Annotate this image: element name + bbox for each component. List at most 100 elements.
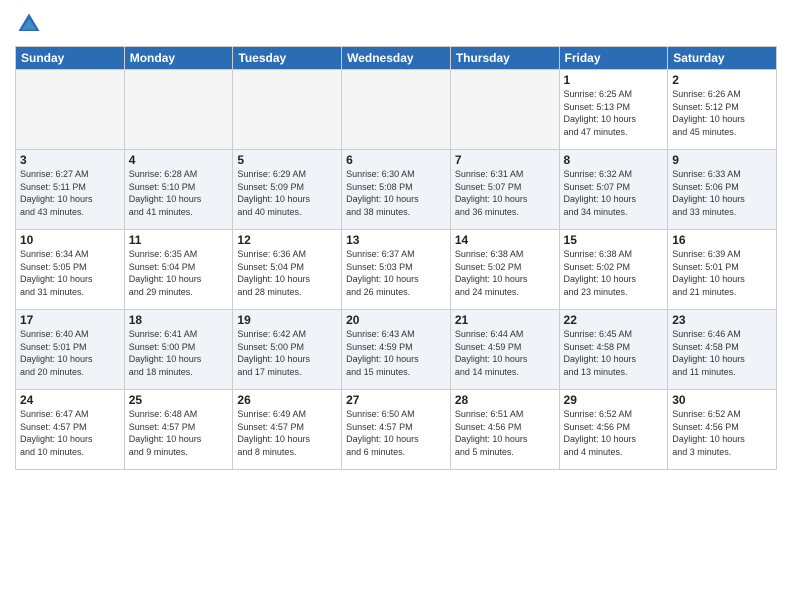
calendar-cell: 13Sunrise: 6:37 AM Sunset: 5:03 PM Dayli… [342, 230, 451, 310]
day-number: 6 [346, 153, 446, 167]
calendar-week-4: 17Sunrise: 6:40 AM Sunset: 5:01 PM Dayli… [16, 310, 777, 390]
day-number: 24 [20, 393, 120, 407]
day-info: Sunrise: 6:27 AM Sunset: 5:11 PM Dayligh… [20, 168, 120, 218]
logo-icon [15, 10, 43, 38]
day-number: 3 [20, 153, 120, 167]
calendar-cell: 23Sunrise: 6:46 AM Sunset: 4:58 PM Dayli… [668, 310, 777, 390]
day-info: Sunrise: 6:30 AM Sunset: 5:08 PM Dayligh… [346, 168, 446, 218]
calendar-week-1: 1Sunrise: 6:25 AM Sunset: 5:13 PM Daylig… [16, 70, 777, 150]
calendar-cell: 26Sunrise: 6:49 AM Sunset: 4:57 PM Dayli… [233, 390, 342, 470]
calendar-cell: 4Sunrise: 6:28 AM Sunset: 5:10 PM Daylig… [124, 150, 233, 230]
day-info: Sunrise: 6:36 AM Sunset: 5:04 PM Dayligh… [237, 248, 337, 298]
calendar-cell: 11Sunrise: 6:35 AM Sunset: 5:04 PM Dayli… [124, 230, 233, 310]
day-info: Sunrise: 6:38 AM Sunset: 5:02 PM Dayligh… [455, 248, 555, 298]
day-info: Sunrise: 6:48 AM Sunset: 4:57 PM Dayligh… [129, 408, 229, 458]
day-number: 23 [672, 313, 772, 327]
day-info: Sunrise: 6:44 AM Sunset: 4:59 PM Dayligh… [455, 328, 555, 378]
day-number: 19 [237, 313, 337, 327]
day-info: Sunrise: 6:47 AM Sunset: 4:57 PM Dayligh… [20, 408, 120, 458]
day-number: 2 [672, 73, 772, 87]
day-number: 4 [129, 153, 229, 167]
day-number: 28 [455, 393, 555, 407]
calendar-cell: 14Sunrise: 6:38 AM Sunset: 5:02 PM Dayli… [450, 230, 559, 310]
day-number: 14 [455, 233, 555, 247]
calendar-cell: 19Sunrise: 6:42 AM Sunset: 5:00 PM Dayli… [233, 310, 342, 390]
calendar-week-5: 24Sunrise: 6:47 AM Sunset: 4:57 PM Dayli… [16, 390, 777, 470]
weekday-header-thursday: Thursday [450, 47, 559, 70]
day-info: Sunrise: 6:39 AM Sunset: 5:01 PM Dayligh… [672, 248, 772, 298]
day-info: Sunrise: 6:37 AM Sunset: 5:03 PM Dayligh… [346, 248, 446, 298]
weekday-header-tuesday: Tuesday [233, 47, 342, 70]
day-number: 15 [564, 233, 664, 247]
weekday-header-saturday: Saturday [668, 47, 777, 70]
calendar-cell: 25Sunrise: 6:48 AM Sunset: 4:57 PM Dayli… [124, 390, 233, 470]
day-number: 9 [672, 153, 772, 167]
calendar-cell: 28Sunrise: 6:51 AM Sunset: 4:56 PM Dayli… [450, 390, 559, 470]
calendar-cell: 17Sunrise: 6:40 AM Sunset: 5:01 PM Dayli… [16, 310, 125, 390]
day-info: Sunrise: 6:33 AM Sunset: 5:06 PM Dayligh… [672, 168, 772, 218]
calendar-cell [342, 70, 451, 150]
day-info: Sunrise: 6:49 AM Sunset: 4:57 PM Dayligh… [237, 408, 337, 458]
weekday-header-sunday: Sunday [16, 47, 125, 70]
day-info: Sunrise: 6:26 AM Sunset: 5:12 PM Dayligh… [672, 88, 772, 138]
calendar-table: SundayMondayTuesdayWednesdayThursdayFrid… [15, 46, 777, 470]
calendar-cell: 3Sunrise: 6:27 AM Sunset: 5:11 PM Daylig… [16, 150, 125, 230]
day-number: 1 [564, 73, 664, 87]
day-info: Sunrise: 6:29 AM Sunset: 5:09 PM Dayligh… [237, 168, 337, 218]
day-info: Sunrise: 6:32 AM Sunset: 5:07 PM Dayligh… [564, 168, 664, 218]
day-number: 12 [237, 233, 337, 247]
day-info: Sunrise: 6:25 AM Sunset: 5:13 PM Dayligh… [564, 88, 664, 138]
day-info: Sunrise: 6:41 AM Sunset: 5:00 PM Dayligh… [129, 328, 229, 378]
day-number: 10 [20, 233, 120, 247]
logo [15, 10, 47, 38]
calendar-cell: 10Sunrise: 6:34 AM Sunset: 5:05 PM Dayli… [16, 230, 125, 310]
day-number: 17 [20, 313, 120, 327]
calendar-cell: 18Sunrise: 6:41 AM Sunset: 5:00 PM Dayli… [124, 310, 233, 390]
day-number: 16 [672, 233, 772, 247]
calendar-cell: 7Sunrise: 6:31 AM Sunset: 5:07 PM Daylig… [450, 150, 559, 230]
day-number: 27 [346, 393, 446, 407]
day-number: 8 [564, 153, 664, 167]
calendar-cell: 30Sunrise: 6:52 AM Sunset: 4:56 PM Dayli… [668, 390, 777, 470]
calendar-cell: 9Sunrise: 6:33 AM Sunset: 5:06 PM Daylig… [668, 150, 777, 230]
weekday-header-monday: Monday [124, 47, 233, 70]
calendar-cell: 21Sunrise: 6:44 AM Sunset: 4:59 PM Dayli… [450, 310, 559, 390]
calendar-cell: 12Sunrise: 6:36 AM Sunset: 5:04 PM Dayli… [233, 230, 342, 310]
day-number: 29 [564, 393, 664, 407]
calendar-cell: 24Sunrise: 6:47 AM Sunset: 4:57 PM Dayli… [16, 390, 125, 470]
day-number: 30 [672, 393, 772, 407]
calendar-cell: 22Sunrise: 6:45 AM Sunset: 4:58 PM Dayli… [559, 310, 668, 390]
calendar-cell: 16Sunrise: 6:39 AM Sunset: 5:01 PM Dayli… [668, 230, 777, 310]
day-number: 25 [129, 393, 229, 407]
day-number: 13 [346, 233, 446, 247]
day-info: Sunrise: 6:35 AM Sunset: 5:04 PM Dayligh… [129, 248, 229, 298]
calendar-cell: 6Sunrise: 6:30 AM Sunset: 5:08 PM Daylig… [342, 150, 451, 230]
calendar-cell [450, 70, 559, 150]
day-number: 11 [129, 233, 229, 247]
day-info: Sunrise: 6:34 AM Sunset: 5:05 PM Dayligh… [20, 248, 120, 298]
day-number: 22 [564, 313, 664, 327]
day-info: Sunrise: 6:31 AM Sunset: 5:07 PM Dayligh… [455, 168, 555, 218]
day-number: 7 [455, 153, 555, 167]
calendar-week-2: 3Sunrise: 6:27 AM Sunset: 5:11 PM Daylig… [16, 150, 777, 230]
day-info: Sunrise: 6:52 AM Sunset: 4:56 PM Dayligh… [564, 408, 664, 458]
day-info: Sunrise: 6:46 AM Sunset: 4:58 PM Dayligh… [672, 328, 772, 378]
calendar-cell: 5Sunrise: 6:29 AM Sunset: 5:09 PM Daylig… [233, 150, 342, 230]
weekday-header-row: SundayMondayTuesdayWednesdayThursdayFrid… [16, 47, 777, 70]
weekday-header-wednesday: Wednesday [342, 47, 451, 70]
day-info: Sunrise: 6:42 AM Sunset: 5:00 PM Dayligh… [237, 328, 337, 378]
calendar-cell: 29Sunrise: 6:52 AM Sunset: 4:56 PM Dayli… [559, 390, 668, 470]
day-info: Sunrise: 6:50 AM Sunset: 4:57 PM Dayligh… [346, 408, 446, 458]
calendar-cell: 27Sunrise: 6:50 AM Sunset: 4:57 PM Dayli… [342, 390, 451, 470]
day-info: Sunrise: 6:28 AM Sunset: 5:10 PM Dayligh… [129, 168, 229, 218]
day-number: 18 [129, 313, 229, 327]
page-container: SundayMondayTuesdayWednesdayThursdayFrid… [0, 0, 792, 475]
day-info: Sunrise: 6:40 AM Sunset: 5:01 PM Dayligh… [20, 328, 120, 378]
day-info: Sunrise: 6:38 AM Sunset: 5:02 PM Dayligh… [564, 248, 664, 298]
header [15, 10, 777, 38]
day-info: Sunrise: 6:51 AM Sunset: 4:56 PM Dayligh… [455, 408, 555, 458]
calendar-cell [124, 70, 233, 150]
weekday-header-friday: Friday [559, 47, 668, 70]
calendar-cell [16, 70, 125, 150]
day-info: Sunrise: 6:45 AM Sunset: 4:58 PM Dayligh… [564, 328, 664, 378]
